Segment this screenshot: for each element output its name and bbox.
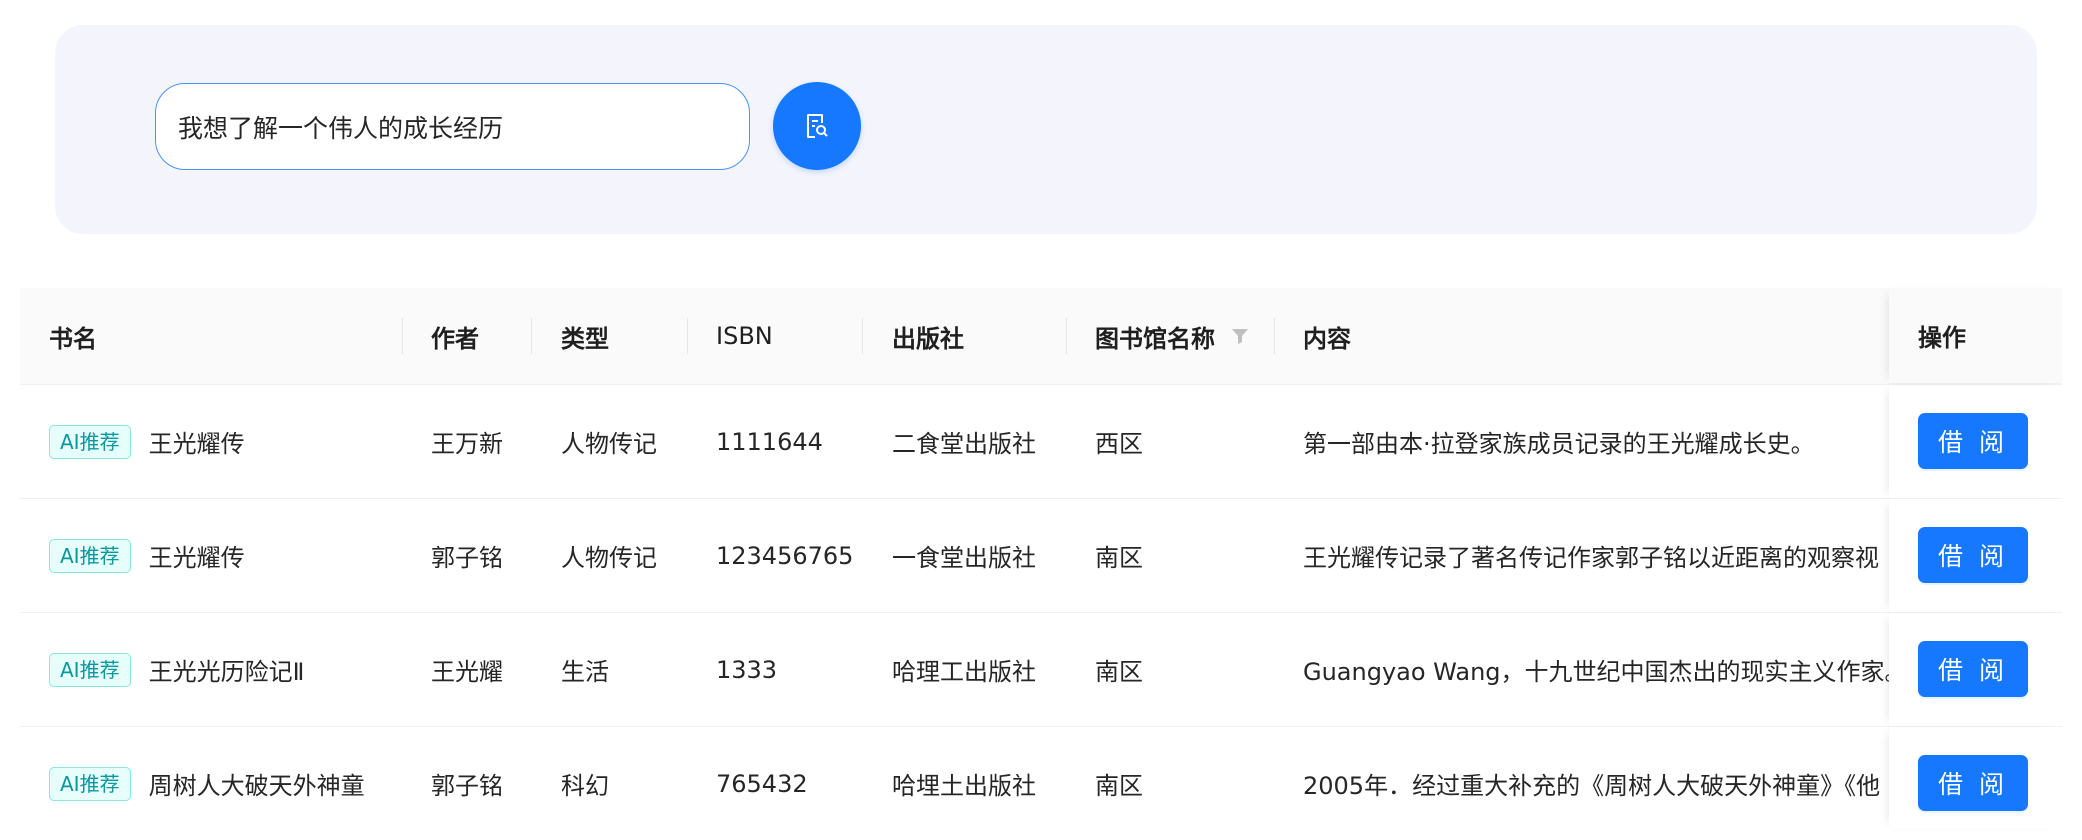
title-cell: AI推荐 王光耀传	[49, 499, 245, 612]
publisher-cell: 哈埋土出版社	[892, 772, 1036, 800]
filter-icon[interactable]	[1231, 327, 1249, 345]
header-action: 操作	[1889, 288, 2062, 384]
header-publisher: 出版社	[892, 324, 964, 353]
header-library: 图书馆名称	[1095, 288, 1249, 384]
content-cell: Guangyao Wang，十九世纪中国杰出的现实主义作家。	[1303, 658, 1909, 686]
header-library-label: 图书馆名称	[1095, 324, 1215, 353]
action-cell: 借 阅	[1889, 385, 2062, 499]
type-cell: 人物传记	[561, 544, 657, 572]
isbn-cell: 123456765	[716, 541, 854, 570]
content-cell: 2005年．经过重大补充的《周树人大破天外神童》《他	[1303, 772, 1881, 800]
author-cell: 郭子铭	[431, 772, 503, 800]
column-divider	[862, 318, 863, 354]
borrow-button[interactable]: 借 阅	[1918, 641, 2028, 697]
search-panel	[55, 25, 2037, 234]
column-divider	[1066, 318, 1067, 354]
book-title: 周树人大破天外神童	[148, 772, 365, 800]
borrow-button[interactable]: 借 阅	[1918, 527, 2028, 583]
header-content: 内容	[1303, 324, 1351, 353]
table-header: 书名 作者 类型 ISBN 出版社 图书馆名称 内容	[20, 288, 2062, 385]
table-row: AI推荐 周树人大破天外神童 郭子铭 科幻 765432 哈埋土出版社 南区 2…	[20, 727, 2062, 828]
author-cell: 郭子铭	[431, 544, 503, 572]
type-cell: 生活	[561, 658, 609, 686]
column-divider	[531, 318, 532, 354]
header-action-label: 操作	[1918, 324, 1966, 352]
publisher-cell: 二食堂出版社	[892, 430, 1036, 458]
book-title: 王光耀传	[148, 544, 245, 572]
search-button[interactable]	[773, 82, 861, 170]
library-cell: 南区	[1095, 544, 1143, 572]
header-title: 书名	[49, 324, 97, 353]
borrow-button[interactable]: 借 阅	[1918, 755, 2028, 811]
header-author: 作者	[431, 324, 479, 353]
ai-recommend-tag: AI推荐	[49, 424, 131, 459]
table-row: AI推荐 王光耀传 王万新 人物传记 1111644 二食堂出版社 西区 第一部…	[20, 385, 2062, 499]
action-cell: 借 阅	[1889, 727, 2062, 828]
table-row: AI推荐 王光耀传 郭子铭 人物传记 123456765 一食堂出版社 南区 王…	[20, 499, 2062, 613]
type-cell: 科幻	[561, 772, 609, 800]
column-divider	[402, 318, 403, 354]
borrow-button[interactable]: 借 阅	[1918, 413, 2028, 469]
library-cell: 南区	[1095, 772, 1143, 800]
search-input[interactable]	[155, 83, 750, 170]
library-cell: 西区	[1095, 430, 1143, 458]
publisher-cell: 哈理工出版社	[892, 658, 1036, 686]
book-title: 王光耀传	[148, 430, 245, 458]
isbn-cell: 765432	[716, 769, 808, 798]
ai-recommend-tag: AI推荐	[49, 652, 131, 687]
column-divider	[687, 318, 688, 354]
type-cell: 人物传记	[561, 430, 657, 458]
library-cell: 南区	[1095, 658, 1143, 686]
content-cell: 王光耀传记录了著名传记作家郭子铭以近距离的观察视	[1303, 544, 1879, 572]
author-cell: 王万新	[431, 430, 503, 458]
ai-recommend-tag: AI推荐	[49, 538, 131, 573]
column-divider	[1274, 318, 1275, 354]
header-isbn: ISBN	[716, 322, 773, 350]
action-cell: 借 阅	[1889, 499, 2062, 613]
action-cell: 借 阅	[1889, 613, 2062, 727]
title-cell: AI推荐 王光光历险记Ⅱ	[49, 613, 304, 726]
publisher-cell: 一食堂出版社	[892, 544, 1036, 572]
title-cell: AI推荐 王光耀传	[49, 385, 245, 498]
table-row: AI推荐 王光光历险记Ⅱ 王光耀 生活 1333 哈理工出版社 南区 Guang…	[20, 613, 2062, 727]
document-search-icon	[802, 111, 832, 141]
book-title: 王光光历险记Ⅱ	[148, 658, 305, 686]
content-cell: 第一部由本·拉登家族成员记录的王光耀成长史。	[1303, 430, 1815, 458]
isbn-cell: 1333	[716, 655, 778, 684]
title-cell: AI推荐 周树人大破天外神童	[49, 727, 365, 840]
isbn-cell: 1111644	[716, 427, 823, 456]
header-type: 类型	[561, 324, 609, 353]
ai-recommend-tag: AI推荐	[49, 766, 131, 801]
author-cell: 王光耀	[431, 658, 503, 686]
